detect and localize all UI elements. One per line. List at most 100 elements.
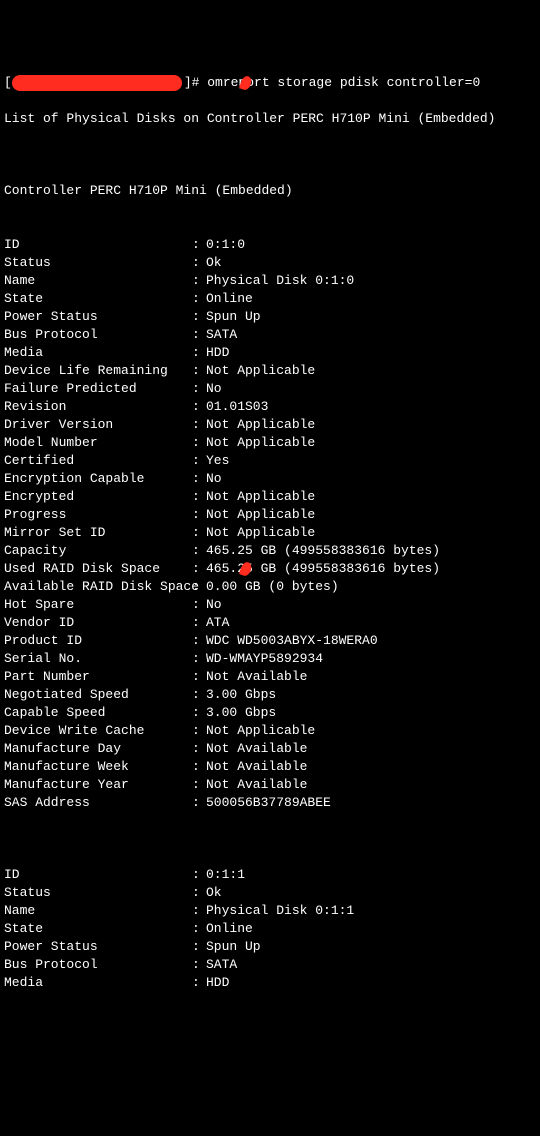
property-value: 0:1:1 [206, 866, 245, 884]
property-row: Driver Version: Not Applicable [4, 416, 536, 434]
property-value: Not Applicable [206, 416, 315, 434]
shell-prompt[interactable]: [ ]# omreport storage pdisk controller=0 [4, 74, 536, 92]
property-label: Power Status [4, 938, 192, 956]
property-label: Encrypted [4, 488, 192, 506]
separator: : [192, 326, 206, 344]
property-value: Not Applicable [206, 434, 315, 452]
property-row: Status: Ok [4, 254, 536, 272]
property-value: Physical Disk 0:1:1 [206, 902, 354, 920]
property-value: WD-WMAYP5892934 [206, 650, 323, 668]
property-row: Part Number: Not Available [4, 668, 536, 686]
separator: : [192, 902, 206, 920]
separator: : [192, 650, 206, 668]
property-value: Spun Up [206, 938, 261, 956]
separator: : [192, 974, 206, 992]
property-value: No [206, 596, 222, 614]
property-label: Name [4, 272, 192, 290]
property-row: Failure Predicted: No [4, 380, 536, 398]
property-label: State [4, 290, 192, 308]
property-value: Not Applicable [206, 362, 315, 380]
prompt-close-bracket: ]# [184, 74, 207, 92]
separator: : [192, 578, 206, 596]
property-row: Model Number: Not Applicable [4, 434, 536, 452]
property-value: Not Applicable [206, 506, 315, 524]
property-row: Capable Speed: 3.00 Gbps [4, 704, 536, 722]
separator: : [192, 938, 206, 956]
separator: : [192, 542, 206, 560]
property-label: Status [4, 254, 192, 272]
separator: : [192, 272, 206, 290]
redaction-mark-icon [12, 75, 182, 91]
property-row: Encryption Capable: No [4, 470, 536, 488]
property-row: Used RAID Disk Space: 465.25 GB (4995583… [4, 560, 536, 578]
property-row: Available RAID Disk Space: 0.00 GB (0 by… [4, 578, 536, 596]
separator: : [192, 614, 206, 632]
property-row: Media: HDD [4, 974, 536, 992]
property-row: Product ID: WDC WD5003ABYX-18WERA0 [4, 632, 536, 650]
property-label: Media [4, 974, 192, 992]
property-value: 500056B37789ABEE [206, 794, 331, 812]
separator: : [192, 236, 206, 254]
property-row: Serial No.: WD-WMAYP5892934 [4, 650, 536, 668]
separator: : [192, 362, 206, 380]
property-row: State: Online [4, 290, 536, 308]
property-value: 01.01S03 [206, 398, 268, 416]
separator: : [192, 560, 206, 578]
property-label: Part Number [4, 668, 192, 686]
property-value: 465.25 GB (499558383616 bytes) [206, 542, 440, 560]
property-value: Ok [206, 254, 222, 272]
property-row: ID: 0:1:1 [4, 866, 536, 884]
separator: : [192, 470, 206, 488]
property-row: Revision: 01.01S03 [4, 398, 536, 416]
property-row: Power Status: Spun Up [4, 938, 536, 956]
property-row: Manufacture Week: Not Available [4, 758, 536, 776]
separator: : [192, 398, 206, 416]
property-label: Model Number [4, 434, 192, 452]
property-label: Vendor ID [4, 614, 192, 632]
separator: : [192, 884, 206, 902]
property-value: 3.00 Gbps [206, 704, 276, 722]
property-row: Name: Physical Disk 0:1:0 [4, 272, 536, 290]
property-value: Not Available [206, 740, 307, 758]
controller-title: Controller PERC H710P Mini (Embedded) [4, 182, 536, 200]
property-label: Mirror Set ID [4, 524, 192, 542]
property-row: Power Status: Spun Up [4, 308, 536, 326]
property-row: Capacity: 465.25 GB (499558383616 bytes) [4, 542, 536, 560]
property-label: Revision [4, 398, 192, 416]
property-value: Not Available [206, 668, 307, 686]
property-label: State [4, 920, 192, 938]
separator: : [192, 434, 206, 452]
blank-line [4, 830, 536, 848]
separator: : [192, 920, 206, 938]
property-value: SATA [206, 956, 237, 974]
property-row: Encrypted: Not Applicable [4, 488, 536, 506]
separator: : [192, 794, 206, 812]
property-value: Physical Disk 0:1:0 [206, 272, 354, 290]
property-value: SATA [206, 326, 237, 344]
property-value: No [206, 380, 222, 398]
property-label: Failure Predicted [4, 380, 192, 398]
property-row: Certified: Yes [4, 452, 536, 470]
separator: : [192, 596, 206, 614]
property-row: Hot Spare: No [4, 596, 536, 614]
property-label: Name [4, 902, 192, 920]
separator: : [192, 290, 206, 308]
property-label: Used RAID Disk Space [4, 560, 192, 578]
separator: : [192, 686, 206, 704]
prompt-open-bracket: [ [4, 74, 12, 92]
property-row: Device Write Cache: Not Applicable [4, 722, 536, 740]
property-row: Manufacture Day: Not Available [4, 740, 536, 758]
property-row: Mirror Set ID: Not Applicable [4, 524, 536, 542]
property-value: Yes [206, 452, 229, 470]
separator: : [192, 632, 206, 650]
separator: : [192, 866, 206, 884]
separator: : [192, 776, 206, 794]
property-label: Serial No. [4, 650, 192, 668]
property-label: Manufacture Day [4, 740, 192, 758]
property-row: State: Online [4, 920, 536, 938]
property-label: Capable Speed [4, 704, 192, 722]
property-value: 3.00 Gbps [206, 686, 276, 704]
separator: : [192, 452, 206, 470]
property-value: No [206, 470, 222, 488]
property-value: Ok [206, 884, 222, 902]
